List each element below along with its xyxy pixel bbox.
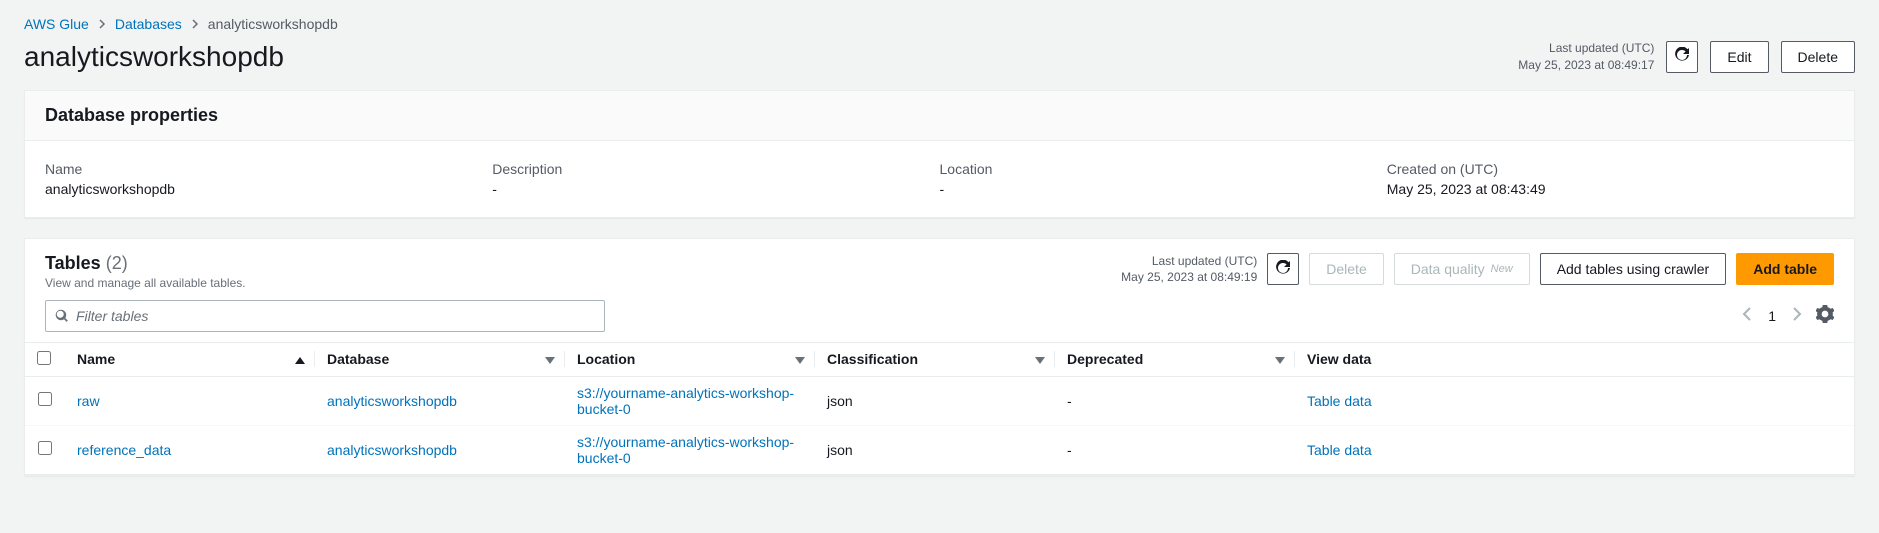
database-link[interactable]: analyticsworkshopdb <box>327 442 457 458</box>
classification-cell: json <box>815 376 1055 425</box>
table-name-link[interactable]: raw <box>77 393 100 409</box>
prop-location-label: Location <box>940 161 1363 177</box>
chevron-right-icon <box>190 16 200 32</box>
classification-cell: json <box>815 425 1055 474</box>
chevron-right-icon <box>97 16 107 32</box>
data-quality-label: Data quality <box>1411 261 1485 277</box>
prop-description-label: Description <box>492 161 915 177</box>
tables-delete-button[interactable]: Delete <box>1309 253 1383 285</box>
table-name-link[interactable]: reference_data <box>77 442 171 458</box>
location-link[interactable]: s3://yourname-analytics-workshop-bucket-… <box>577 434 794 466</box>
last-updated-label: Last updated (UTC) <box>1518 40 1654 57</box>
add-table-button[interactable]: Add table <box>1736 253 1834 285</box>
gear-icon <box>1816 310 1834 326</box>
col-location-header[interactable]: Location <box>577 351 635 367</box>
last-updated: Last updated (UTC) May 25, 2023 at 08:49… <box>1518 40 1654 74</box>
tables-last-updated-label: Last updated (UTC) <box>1121 253 1257 270</box>
refresh-icon <box>1674 47 1690 66</box>
tables-last-updated-value: May 25, 2023 at 08:49:19 <box>1121 269 1257 286</box>
prop-name-value: analyticsworkshopdb <box>45 181 468 197</box>
database-link[interactable]: analyticsworkshopdb <box>327 393 457 409</box>
tables-count: (2) <box>106 253 128 273</box>
table-row: raw analyticsworkshopdb s3://yourname-an… <box>25 376 1854 425</box>
tables-table: Name Database Location <box>25 342 1854 475</box>
settings-button[interactable] <box>1816 305 1834 326</box>
deprecated-cell: - <box>1055 425 1295 474</box>
prop-created-label: Created on (UTC) <box>1387 161 1810 177</box>
next-page-button[interactable] <box>1788 306 1804 325</box>
col-database-header[interactable]: Database <box>327 351 389 367</box>
database-properties-panel: Database properties Name analyticsworksh… <box>24 90 1855 218</box>
filter-icon[interactable] <box>545 351 555 367</box>
prop-created-value: May 25, 2023 at 08:43:49 <box>1387 181 1810 197</box>
delete-button[interactable]: Delete <box>1781 41 1855 73</box>
prop-location-value: - <box>940 181 1363 197</box>
table-row: reference_data analyticsworkshopdb s3://… <box>25 425 1854 474</box>
refresh-button[interactable] <box>1666 41 1698 73</box>
prop-description-value: - <box>492 181 915 197</box>
breadcrumb-databases[interactable]: Databases <box>115 16 182 32</box>
col-deprecated-header[interactable]: Deprecated <box>1067 351 1143 367</box>
select-all-checkbox[interactable] <box>37 351 51 365</box>
col-classification-header[interactable]: Classification <box>827 351 918 367</box>
view-data-link[interactable]: Table data <box>1307 393 1372 409</box>
tables-subtitle: View and manage all available tables. <box>45 276 246 290</box>
prev-page-button[interactable] <box>1740 306 1756 325</box>
filter-icon[interactable] <box>1275 351 1285 367</box>
page-title: analyticsworkshopdb <box>24 41 284 73</box>
row-checkbox[interactable] <box>38 392 52 406</box>
breadcrumb-root[interactable]: AWS Glue <box>24 16 89 32</box>
filter-icon[interactable] <box>1035 351 1045 367</box>
properties-title: Database properties <box>45 105 1834 126</box>
tables-panel: Tables (2) View and manage all available… <box>24 238 1855 476</box>
data-quality-button[interactable]: Data quality New <box>1394 253 1530 285</box>
filter-tables-input[interactable] <box>45 300 605 332</box>
edit-button[interactable]: Edit <box>1710 41 1768 73</box>
tables-refresh-button[interactable] <box>1267 253 1299 285</box>
tables-title: Tables <box>45 253 101 273</box>
sort-asc-icon[interactable] <box>295 351 305 367</box>
breadcrumb-current: analyticsworkshopdb <box>208 16 338 32</box>
row-checkbox[interactable] <box>38 441 52 455</box>
last-updated-value: May 25, 2023 at 08:49:17 <box>1518 57 1654 74</box>
col-viewdata-header[interactable]: View data <box>1307 351 1371 367</box>
add-tables-crawler-button[interactable]: Add tables using crawler <box>1540 253 1727 285</box>
refresh-icon <box>1275 260 1291 279</box>
breadcrumb: AWS Glue Databases analyticsworkshopdb <box>24 16 1855 32</box>
location-link[interactable]: s3://yourname-analytics-workshop-bucket-… <box>577 385 794 417</box>
new-badge: New <box>1491 263 1513 275</box>
prop-name-label: Name <box>45 161 468 177</box>
filter-icon[interactable] <box>795 351 805 367</box>
page-number: 1 <box>1768 308 1776 324</box>
tables-last-updated: Last updated (UTC) May 25, 2023 at 08:49… <box>1121 253 1257 287</box>
col-name-header[interactable]: Name <box>77 351 115 367</box>
view-data-link[interactable]: Table data <box>1307 442 1372 458</box>
deprecated-cell: - <box>1055 376 1295 425</box>
